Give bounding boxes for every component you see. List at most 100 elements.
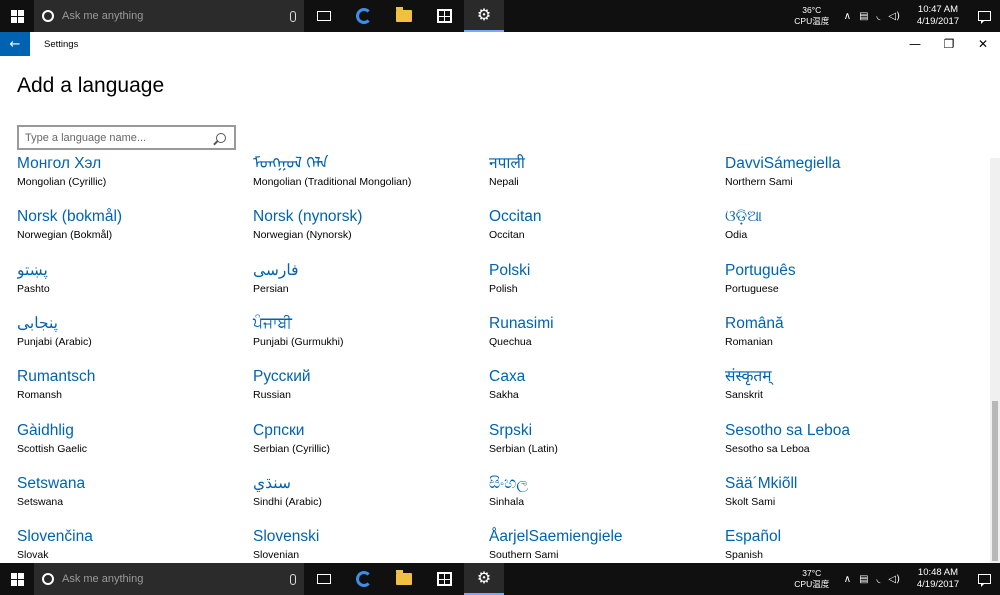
language-native-name: Occitan [489,208,542,226]
microphone-icon[interactable] [290,573,296,585]
scrollbar[interactable] [990,158,1000,563]
language-item[interactable]: Norsk (nynorsk) Norwegian (Nynorsk) [253,206,483,256]
language-item[interactable]: فارسى Persian [253,260,483,310]
language-item[interactable]: Setswana Setswana [17,473,247,523]
start-button[interactable] [0,0,34,32]
language-search-input[interactable] [19,131,216,144]
settings-taskbar-button[interactable]: ⚙ [464,563,504,595]
language-item[interactable]: संस्कृतम् Sanskrit [725,366,955,416]
store-button[interactable] [424,0,464,32]
language-english-name: Sakha [489,389,519,402]
language-english-name: Sindhi (Arabic) [253,495,322,508]
network-icon[interactable]: ▤ [859,574,868,585]
search-icon[interactable] [216,132,226,143]
wifi-icon[interactable]: ◟ [877,574,881,585]
language-item[interactable]: Sesotho sa Leboa Sesotho sa Leboa [725,420,955,470]
cpu-temp-widget: 36°C CPU温度 [788,5,836,27]
language-english-name: Persian [253,282,289,295]
language-item[interactable]: پنجابی Punjabi (Arabic) [17,313,247,363]
language-native-name: Sesotho sa Leboa [725,421,850,439]
restore-button[interactable]: ❐ [932,32,966,56]
cortana-search-box[interactable]: Ask me anything [34,563,304,595]
network-icon[interactable]: ▤ [859,11,868,22]
volume-icon[interactable]: ◁) [888,574,900,585]
taskbar-top: Ask me anything ⚙ 36°C CPU温度 ∧ ▤ ◟ ◁) 10… [0,0,1000,32]
cpu-temp-value: 36°C [802,5,822,15]
language-item[interactable]: Sää´Mkiõll Skolt Sami [725,473,955,523]
back-button[interactable]: ← [0,32,30,56]
language-native-name: Português [725,261,796,279]
language-native-name: Polski [489,261,531,279]
file-explorer-button[interactable] [384,0,424,32]
folder-icon [396,7,412,22]
store-button[interactable] [424,563,464,595]
language-item[interactable]: Runasimi Quechua [489,313,719,363]
system-tray: ∧ ▤ ◟ ◁) [844,11,900,22]
language-item[interactable]: Rumantsch Romansh [17,366,247,416]
settings-taskbar-button[interactable]: ⚙ [464,0,504,32]
language-item[interactable]: DavviSámegiella Northern Sami [725,153,955,203]
store-icon [436,9,452,23]
language-native-name: ଓଡ଼ିଆ [725,208,763,226]
language-english-name: Slovenian [253,549,300,562]
cpu-temp-widget: 37°C CPU温度 [788,568,836,590]
clock[interactable]: 10:48 AM 4/19/2017 [908,567,968,591]
action-center-button[interactable] [968,0,1000,32]
language-english-name: Sinhala [489,495,525,508]
language-native-name: Gàidhlig [17,421,74,439]
language-item[interactable]: ਪੰਜਾਬੀ Punjabi (Gurmukhi) [253,313,483,363]
language-item[interactable]: Slovenčina Slovak [17,526,247,563]
edge-icon [356,8,372,24]
start-button[interactable] [0,563,34,595]
language-item[interactable]: Slovenski Slovenian [253,526,483,563]
language-english-name: Odia [725,229,748,242]
close-button[interactable]: ✕ [966,32,1000,56]
minimize-button[interactable]: — [898,32,932,56]
chevron-up-icon[interactable]: ∧ [844,574,851,585]
language-english-name: Slovak [17,549,49,562]
language-item[interactable]: ÅarjelSaemiengiele Southern Sami [489,526,719,563]
language-item[interactable]: Norsk (bokmål) Norwegian (Bokmål) [17,206,247,256]
task-view-button[interactable] [304,0,344,32]
language-english-name: Serbian (Cyrillic) [253,442,331,455]
cortana-icon [42,573,54,585]
action-center-button[interactable] [968,563,1000,595]
language-item[interactable]: Română Romanian [725,313,955,363]
language-native-name: Setswana [17,474,86,492]
language-item[interactable]: नपाली Nepali [489,153,719,203]
language-item[interactable]: Саха Sakha [489,366,719,416]
language-item[interactable]: پښتو Pashto [17,260,247,310]
language-item[interactable]: Srpski Serbian (Latin) [489,420,719,470]
language-item[interactable]: سنڌي Sindhi (Arabic) [253,473,483,523]
language-item[interactable]: Occitan Occitan [489,206,719,256]
edge-button[interactable] [344,0,384,32]
language-native-name: ᠮᠣᠩᠭᠣᠯ ᠬᠡᠯᠡ [253,155,329,172]
language-item[interactable]: Português Portuguese [725,260,955,310]
cortana-search-placeholder: Ask me anything [62,10,144,22]
language-search-box[interactable] [17,125,236,150]
file-explorer-button[interactable] [384,563,424,595]
language-native-name: ਪੰਜਾਬੀ [253,314,292,332]
clock[interactable]: 10:47 AM 4/19/2017 [908,4,968,28]
wifi-icon[interactable]: ◟ [877,11,881,22]
language-item[interactable]: Монгол Хэл Mongolian (Cyrillic) [17,153,247,203]
language-item[interactable]: ᠮᠣᠩᠭᠣᠯ ᠬᠡᠯᠡ Mongolian (Traditional Mongol… [253,153,483,203]
language-item[interactable]: ଓଡ଼ିଆ Odia [725,206,955,256]
language-native-name: Русский [253,368,311,386]
language-item[interactable]: Gàidhlig Scottish Gaelic [17,420,247,470]
edge-button[interactable] [344,563,384,595]
volume-icon[interactable]: ◁) [888,11,900,22]
microphone-icon[interactable] [290,10,296,22]
language-native-name: Монгол Хэл [17,155,102,172]
language-item[interactable]: Русский Russian [253,366,483,416]
language-item[interactable]: සිංහල Sinhala [489,473,719,523]
chevron-up-icon[interactable]: ∧ [844,11,851,22]
task-view-button[interactable] [304,563,344,595]
scrollbar-thumb[interactable] [992,401,998,561]
cpu-temp-value: 37°C [802,568,822,578]
language-item[interactable]: Polski Polish [489,260,719,310]
language-item[interactable]: Српски Serbian (Cyrillic) [253,420,483,470]
cortana-search-box[interactable]: Ask me anything [34,0,304,32]
language-native-name: Norsk (bokmål) [17,208,123,226]
language-item[interactable]: Español Spanish [725,526,955,563]
